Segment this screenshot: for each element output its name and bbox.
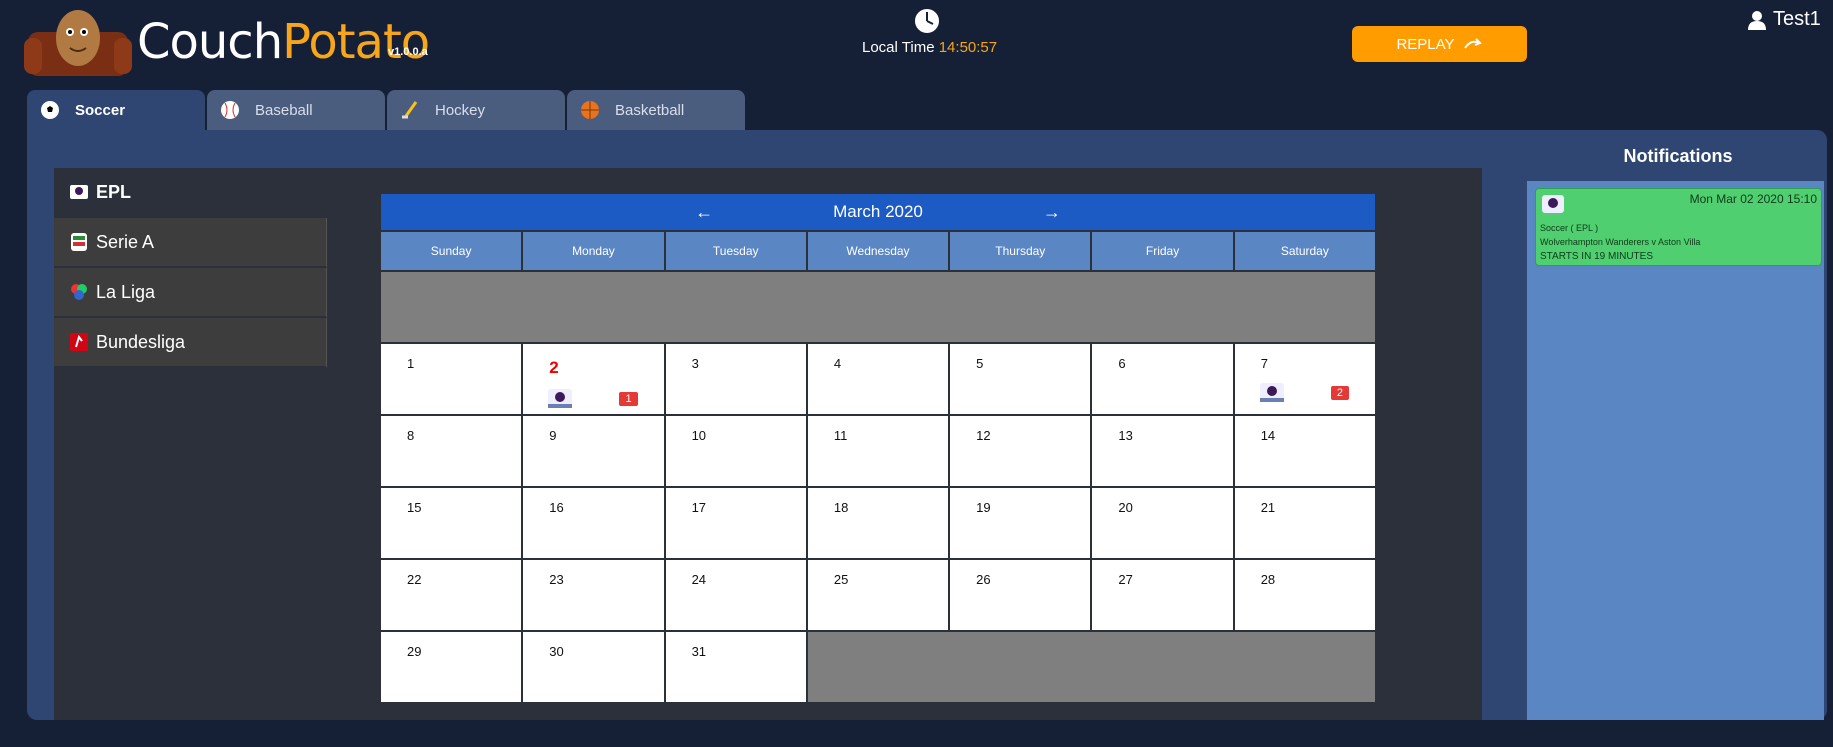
calendar-day[interactable]: 27 bbox=[1092, 560, 1233, 630]
calendar-day[interactable]: 29 bbox=[381, 632, 522, 702]
notification-status: STARTS IN 19 MINUTES bbox=[1540, 251, 1653, 262]
league-item-serie-a[interactable]: Serie A bbox=[54, 218, 327, 268]
calendar-day[interactable]: 31 bbox=[665, 632, 806, 702]
version-label: v1.0.0.a bbox=[388, 46, 428, 58]
calendar-day[interactable]: 5 bbox=[950, 344, 1091, 414]
calendar-day[interactable]: 28 bbox=[1234, 560, 1375, 630]
epl-logo-icon bbox=[548, 389, 573, 408]
user-menu[interactable]: Test1 bbox=[1747, 8, 1821, 31]
league-item-epl[interactable]: EPL bbox=[54, 168, 327, 218]
user-icon bbox=[1748, 10, 1766, 30]
replay-button[interactable]: REPLAY bbox=[1352, 26, 1527, 62]
calendar-day[interactable]: 22 bbox=[381, 560, 522, 630]
calendar-day[interactable]: 7 2 bbox=[1234, 344, 1375, 414]
calendar-day[interactable]: 21 bbox=[1234, 488, 1375, 558]
calendar-day[interactable]: 25 bbox=[807, 560, 949, 630]
epl-logo-icon bbox=[1542, 195, 1564, 213]
weekday-label: Monday bbox=[523, 232, 664, 270]
weekday-label: Tuesday bbox=[665, 232, 806, 270]
calendar-day[interactable]: 15 bbox=[381, 488, 522, 558]
calendar-day[interactable]: 13 bbox=[1092, 416, 1233, 486]
calendar-day[interactable]: 24 bbox=[665, 560, 806, 630]
local-time-value: 14:50:57 bbox=[938, 39, 998, 56]
epl-logo-icon bbox=[1259, 383, 1284, 402]
calendar-day[interactable]: 16 bbox=[523, 488, 664, 558]
month-label: March 2020 bbox=[833, 202, 923, 221]
sport-tabs: Soccer Baseball Hockey Basketball bbox=[27, 90, 745, 130]
tab-baseball[interactable]: Baseball bbox=[207, 90, 385, 130]
league-item-la-liga[interactable]: La Liga bbox=[54, 268, 327, 318]
tab-soccer[interactable]: Soccer bbox=[27, 90, 205, 130]
calendar-day[interactable]: 18 bbox=[807, 488, 949, 558]
hockey-stick-icon bbox=[402, 101, 418, 119]
tab-basketball[interactable]: Basketball bbox=[567, 90, 745, 130]
calendar-day[interactable]: 10 bbox=[665, 416, 806, 486]
soccer-ball-icon bbox=[41, 101, 59, 119]
serie-a-logo-icon bbox=[71, 233, 87, 251]
calendar-day[interactable]: 26 bbox=[950, 560, 1091, 630]
calendar-day-today[interactable]: 2 1 bbox=[523, 344, 664, 414]
notification-match: Wolverhampton Wanderers v Aston Villa bbox=[1540, 237, 1701, 247]
weekday-label: Wednesday bbox=[807, 232, 949, 270]
calendar-day[interactable]: 20 bbox=[1092, 488, 1233, 558]
calendar-day[interactable]: 1 bbox=[381, 344, 522, 414]
calendar-day[interactable]: 23 bbox=[523, 560, 664, 630]
weekday-label: Friday bbox=[1092, 232, 1233, 270]
weekday-header: Sunday Monday Tuesday Wednesday Thursday… bbox=[381, 232, 1375, 270]
clock-icon bbox=[913, 7, 941, 35]
replay-arrow-icon bbox=[1463, 38, 1482, 49]
local-time: Local Time 14:50:57 bbox=[862, 39, 998, 56]
league-list: EPL Serie A La Liga Bundesliga bbox=[54, 168, 327, 368]
prev-month-arrow-icon[interactable]: ← bbox=[695, 202, 713, 223]
notifications-title: Notifications bbox=[1623, 146, 1733, 166]
bundesliga-logo-icon bbox=[70, 333, 88, 351]
notification-sport: Soccer ( EPL ) bbox=[1540, 223, 1599, 233]
league-item-bundesliga[interactable]: Bundesliga bbox=[54, 318, 327, 368]
calendar-day[interactable]: 3 bbox=[665, 344, 806, 414]
calendar-empty-cells bbox=[807, 632, 1375, 702]
calendar-grid: 1 2 1 3 4 5 6 7 2 8 9 10 11 12 13 14 15 … bbox=[381, 272, 1375, 702]
calendar-header: ← March 2020 → bbox=[381, 194, 1375, 230]
notification-time: Mon Mar 02 2020 15:10 bbox=[1689, 192, 1817, 206]
epl-logo-icon bbox=[70, 185, 88, 199]
calendar-day[interactable]: 30 bbox=[523, 632, 664, 702]
calendar-day[interactable]: 14 bbox=[1234, 416, 1375, 486]
calendar: ← March 2020 → Sunday Monday Tuesday Wed… bbox=[381, 194, 1375, 702]
couchpotato-logo-icon bbox=[24, 10, 132, 76]
tab-hockey[interactable]: Hockey bbox=[387, 90, 565, 130]
calendar-day[interactable]: 19 bbox=[950, 488, 1091, 558]
calendar-day[interactable]: 9 bbox=[523, 416, 664, 486]
calendar-day[interactable]: 4 bbox=[807, 344, 949, 414]
la-liga-logo-icon bbox=[71, 284, 87, 300]
event-count-badge: 1 bbox=[619, 392, 638, 406]
basketball-icon bbox=[581, 101, 599, 119]
notification-card[interactable]: Mon Mar 02 2020 15:10 Soccer ( EPL ) Wol… bbox=[1535, 188, 1822, 266]
calendar-day[interactable]: 11 bbox=[807, 416, 949, 486]
weekday-label: Saturday bbox=[1234, 232, 1375, 270]
baseball-icon bbox=[221, 101, 239, 119]
weekday-label: Sunday bbox=[381, 232, 522, 270]
next-month-arrow-icon[interactable]: → bbox=[1043, 202, 1061, 223]
calendar-empty-row bbox=[381, 272, 1375, 342]
calendar-day[interactable]: 12 bbox=[950, 416, 1091, 486]
calendar-day[interactable]: 8 bbox=[381, 416, 522, 486]
calendar-day[interactable]: 6 bbox=[1092, 344, 1233, 414]
calendar-day[interactable]: 17 bbox=[665, 488, 806, 558]
brand-title: CouchPotato bbox=[137, 14, 430, 70]
user-name: Test1 bbox=[1773, 8, 1821, 30]
event-count-badge: 2 bbox=[1330, 386, 1349, 400]
weekday-label: Thursday bbox=[950, 232, 1091, 270]
